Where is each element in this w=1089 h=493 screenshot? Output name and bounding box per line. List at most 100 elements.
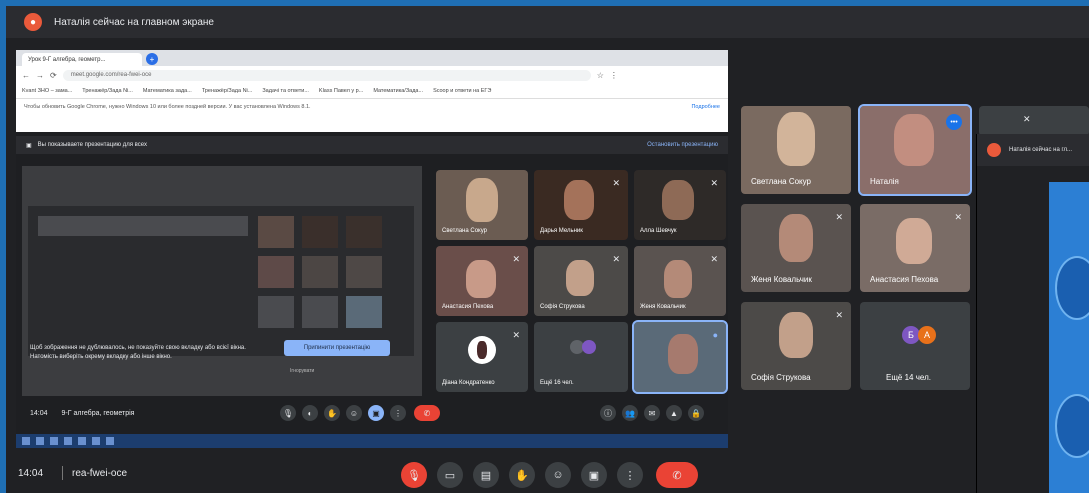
infobar-text: Чтобы обновить Google Chrome, нужно Wind… <box>24 104 311 110</box>
more-icon[interactable]: ⋮ <box>390 405 406 421</box>
inner-meeting-title: 9-Г алгебра, геометрія <box>61 409 135 417</box>
participant-tile[interactable]: Софія Струкова ✕ <box>534 246 628 316</box>
browser-window: Урок 9-Г алгебра, геометр... + ← → ⟳ mee… <box>16 50 728 132</box>
present-icon[interactable]: ▣ <box>581 462 607 488</box>
browser-tab[interactable]: Урок 9-Г алгебра, геометр... <box>22 53 142 66</box>
captions-icon[interactable]: ▤ <box>473 462 499 488</box>
info-icon[interactable]: ⓘ <box>600 405 616 421</box>
menu-icon[interactable]: ⋮ <box>610 71 618 80</box>
mic-off-icon: ✕ <box>1023 114 1031 124</box>
participant-tile[interactable]: Светлана Сокур <box>741 106 851 194</box>
bookmark[interactable]: Тренажёр/Зада Ni... <box>202 88 253 94</box>
bookmark[interactable]: Тренажёр/Зада Ni... <box>82 88 133 94</box>
participant-name: Дарья Мельник <box>540 228 583 234</box>
participant-name: Женя Ковальчик <box>640 304 686 310</box>
bookmark[interactable]: Задачі та ответи... <box>262 88 309 94</box>
camera-icon[interactable]: ▭ <box>437 462 463 488</box>
participant-name: Софія Струкова <box>751 373 811 382</box>
chat-icon[interactable]: ✉ <box>644 405 660 421</box>
taskbar-app-icon[interactable] <box>106 437 114 445</box>
stop-presenting-button[interactable]: Припинити презентацію <box>284 340 390 356</box>
participant-name: Софія Струкова <box>540 304 585 310</box>
reload-icon[interactable]: ⟳ <box>50 71 57 80</box>
bookmark[interactable]: Klass Павел у р... <box>319 88 363 94</box>
camera-icon[interactable]: ◐ <box>302 405 318 421</box>
bookmark[interactable]: Математика/Зада... <box>373 88 423 94</box>
infobar-link[interactable]: Подробнее <box>691 104 720 110</box>
participant-name: Діана Кондратенко <box>442 380 495 386</box>
mic-off-icon: ✕ <box>710 254 718 264</box>
participant-tile[interactable]: Дарья Мельник ✕ <box>534 170 628 240</box>
bookmark[interactable]: Kvant ЗНО – зама... <box>22 88 72 94</box>
duplicate-warning-text: Щоб зображення не дублювалось, не показу… <box>30 345 246 360</box>
participant-name: Светлана Сокур <box>442 228 487 234</box>
taskbar-app-icon[interactable] <box>78 437 86 445</box>
hand-icon[interactable]: ✋ <box>509 462 535 488</box>
meeting-code[interactable]: rea-fwei-oce <box>72 468 127 479</box>
participant-tile[interactable]: ✕ Анастасия Пехова <box>860 204 970 292</box>
meeting-time: 14:04 <box>18 468 44 479</box>
people-icon[interactable]: 👥 <box>622 405 638 421</box>
participant-tile[interactable]: Анастасия Пехова ✕ <box>436 246 528 316</box>
bookmark[interactable]: Scoop и ответи на ЕГЭ <box>433 88 491 94</box>
taskbar-app-icon[interactable] <box>36 437 44 445</box>
taskbar-app-icon[interactable] <box>50 437 58 445</box>
participant-name: Анастасия Пехова <box>870 275 939 284</box>
taskbar-app-icon[interactable] <box>64 437 72 445</box>
participant-tile[interactable]: ✕ Женя Ковальчик <box>741 204 851 292</box>
address-bar[interactable]: meet.google.com/rea-fwei-oce <box>62 69 591 81</box>
participant-name: Анастасия Пехова <box>442 304 494 310</box>
participant-tile[interactable]: Діана Кондратенко ✕ <box>436 322 528 392</box>
ignore-link[interactable]: Ігнорувати <box>290 368 314 374</box>
forward-icon[interactable]: → <box>36 71 44 80</box>
avatar <box>468 336 496 364</box>
banner-text: Наталія сейчас на главном экране <box>54 16 214 28</box>
participant-name: Алла Шевчук <box>640 228 677 234</box>
participant-name: Женя Ковальчик <box>751 275 812 284</box>
mic-off-icon: ✕ <box>954 212 962 222</box>
stop-presenting-link[interactable]: Остановить презентацию <box>647 142 718 148</box>
participant-tile[interactable]: ✕ <box>979 106 1089 136</box>
taskbar-app-icon[interactable] <box>92 437 100 445</box>
participant-tile[interactable]: ••• Наталія <box>858 104 972 196</box>
mic-off-icon: ✕ <box>612 178 620 188</box>
inner-time: 14:04 <box>30 409 48 417</box>
recursive-screen-preview: Щоб зображення не дублювалось, не показу… <box>22 166 422 396</box>
back-icon[interactable]: ← <box>22 71 30 80</box>
participant-tile[interactable]: Ещё 16 чел. <box>534 322 628 392</box>
mic-off-icon: ✕ <box>710 178 718 188</box>
participant-tile[interactable]: Б А Ещё 14 чел. <box>860 302 970 390</box>
participant-tile[interactable]: Алла Шевчук ✕ <box>634 170 726 240</box>
bookmark[interactable]: Математика зада... <box>143 88 192 94</box>
activities-icon[interactable]: ▲ <box>666 405 682 421</box>
speaking-icon: ● <box>712 330 718 340</box>
presenter-avatar-icon <box>987 143 1001 157</box>
mic-icon[interactable]: 🎙 <box>280 405 296 421</box>
presenter-avatar-icon: ● <box>24 13 42 31</box>
present-screen-icon: ▣ <box>26 142 32 149</box>
mic-off-icon: ✕ <box>835 310 843 320</box>
meet-window: ● Наталія сейчас на главном экране Урок … <box>6 6 1089 493</box>
star-icon[interactable]: ☆ <box>597 71 604 80</box>
participant-tile[interactable]: ✕ Софія Струкова <box>741 302 851 390</box>
participant-tile[interactable]: ● <box>632 320 728 394</box>
bookmarks-bar: Kvant ЗНО – зама... Тренажёр/Зада Ni... … <box>16 84 728 99</box>
new-tab-icon[interactable]: + <box>146 53 158 65</box>
participant-tile[interactable]: Женя Ковальчик ✕ <box>634 246 726 316</box>
participant-name: Светлана Сокур <box>751 177 811 186</box>
nested-banner-text: Наталія сейчас на гл... <box>1009 147 1072 153</box>
present-icon[interactable]: ▣ <box>368 405 384 421</box>
lock-icon[interactable]: 🔒 <box>688 405 704 421</box>
more-icon[interactable]: ⋮ <box>617 462 643 488</box>
hand-icon[interactable]: ✋ <box>324 405 340 421</box>
hangup-icon[interactable]: ✆ <box>414 405 440 421</box>
participant-tile[interactable]: Светлана Сокур <box>436 170 528 240</box>
emoji-icon[interactable]: ☺ <box>346 405 362 421</box>
presenting-banner: ● Наталія сейчас на главном экране <box>6 6 1089 38</box>
mic-off-icon: ✕ <box>612 254 620 264</box>
preview-content <box>28 206 414 356</box>
emoji-icon[interactable]: ☺ <box>545 462 571 488</box>
hangup-icon[interactable]: ✆ <box>656 462 698 488</box>
start-icon[interactable] <box>22 437 30 445</box>
mic-off-icon[interactable]: 🎙 <box>401 462 427 488</box>
